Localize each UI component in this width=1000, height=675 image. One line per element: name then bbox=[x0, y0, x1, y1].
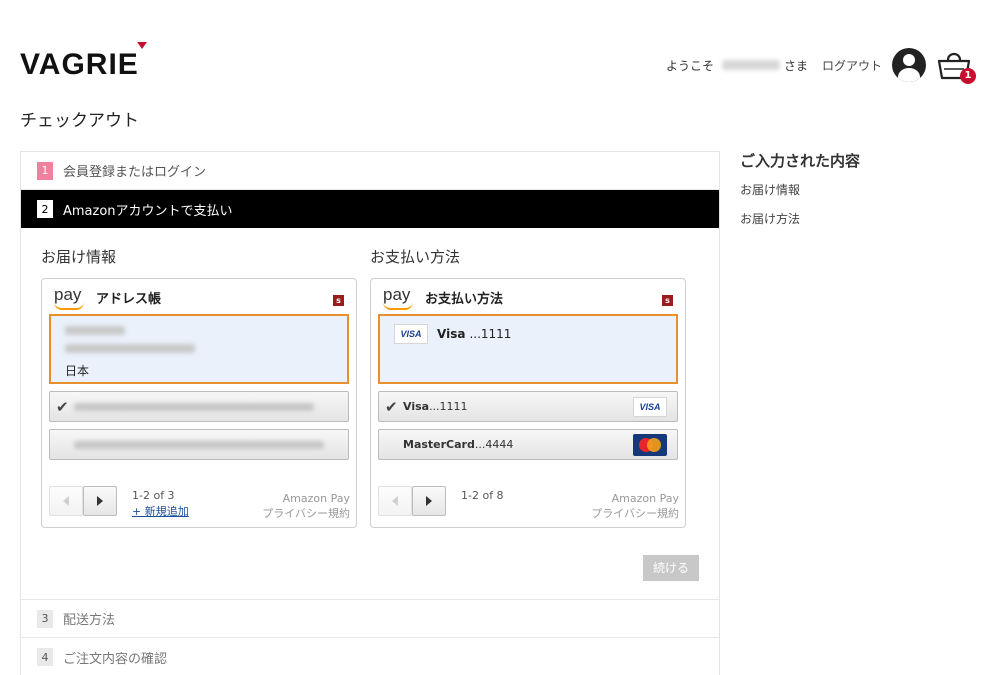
checkout-steps: 1 会員登録またはログイン 2 Amazonアカウントで支払い お届け情報 pa… bbox=[20, 151, 720, 675]
user-name-blurred bbox=[721, 60, 780, 70]
order-summary: ご入力された内容 お届け情報 お届け方法 bbox=[740, 150, 860, 239]
honorific-text: さま bbox=[783, 58, 808, 73]
step-shipping-method: 3 配送方法 bbox=[21, 600, 719, 638]
widget-header: pay お支払い方法 bbox=[383, 285, 503, 311]
address-name-blurred bbox=[65, 326, 125, 335]
visa-card-icon: VISA bbox=[394, 324, 428, 344]
pager-count: 1-2 of 8 bbox=[461, 489, 504, 502]
summary-item-delivery-info: お届け情報 bbox=[740, 183, 801, 197]
privacy-link[interactable]: プライバシー規約 bbox=[591, 506, 679, 521]
chevron-right-icon bbox=[97, 496, 103, 506]
header-user-area: ようこそ さま ログアウト 1 bbox=[665, 48, 976, 84]
amazon-pay-logo: pay bbox=[383, 285, 417, 311]
step-label: ご注文内容の確認 bbox=[63, 651, 168, 667]
payment-pager-info: 1-2 of 8 bbox=[461, 488, 504, 504]
selected-address[interactable]: 日本 bbox=[49, 314, 349, 384]
brand-name: Amazon Pay bbox=[611, 492, 679, 505]
prev-page-button[interactable] bbox=[378, 486, 412, 516]
welcome-text: ようこそ bbox=[665, 58, 714, 73]
checkmark-icon: ✔ bbox=[385, 397, 398, 416]
step-number: 1 bbox=[37, 161, 53, 180]
amazon-pay-note: Amazon Pay プライバシー規約 bbox=[591, 491, 679, 521]
card-digits: ...1111 bbox=[429, 400, 468, 413]
step-label: Amazonアカウントで支払い bbox=[63, 203, 233, 219]
step-label: 会員登録またはログイン bbox=[63, 165, 207, 180]
widget-header: pay アドレス帳 bbox=[54, 285, 161, 311]
logo-text: VAGRIE bbox=[20, 48, 139, 81]
address-line-blurred bbox=[65, 344, 195, 353]
step-login[interactable]: 1 会員登録またはログイン bbox=[21, 152, 719, 190]
address-option[interactable] bbox=[49, 429, 349, 460]
selected-payment[interactable]: VISA Visa ...1111 bbox=[378, 314, 678, 384]
step-order-confirm: 4 ご注文内容の確認 bbox=[21, 638, 719, 675]
payment-widget-title: お支払い方法 bbox=[425, 292, 504, 307]
pager-count: 1-2 of 3 bbox=[132, 489, 175, 502]
step-number: 2 bbox=[37, 200, 53, 218]
payment-option-visa[interactable]: ✔ Visa ...1111 VISA bbox=[378, 391, 678, 422]
address-pager bbox=[49, 486, 117, 516]
address-option-blurred bbox=[74, 440, 324, 449]
continue-button[interactable]: 続ける bbox=[643, 555, 699, 581]
summary-title: ご入力された内容 bbox=[740, 152, 861, 170]
account-avatar-icon[interactable] bbox=[892, 48, 926, 82]
cart-count-badge: 1 bbox=[960, 68, 976, 84]
delivery-info-title: お届け情報 bbox=[41, 248, 117, 266]
amazon-pay-panel: お届け情報 pay アドレス帳 s 日本 ✔ 1-2 of 3 + 新規追加 A… bbox=[21, 228, 719, 600]
amazon-pay-note: Amazon Pay プライバシー規約 bbox=[262, 491, 350, 521]
card-brand: Visa bbox=[403, 400, 430, 413]
payment-widget: pay お支払い方法 s VISA Visa ...1111 ✔ Visa ..… bbox=[370, 278, 686, 528]
card-digits: ...4444 bbox=[474, 438, 514, 451]
next-page-button[interactable] bbox=[83, 486, 117, 516]
secure-badge-icon: s bbox=[333, 295, 344, 306]
checkmark-icon: ✔ bbox=[56, 397, 69, 416]
chevron-right-icon bbox=[426, 496, 432, 506]
payment-pager bbox=[378, 486, 446, 516]
address-country: 日本 bbox=[65, 364, 90, 378]
address-book-title: アドレス帳 bbox=[96, 292, 162, 307]
step-amazon-pay: 2 Amazonアカウントで支払い bbox=[21, 190, 719, 228]
amazon-pay-logo: pay bbox=[54, 285, 88, 311]
next-page-button[interactable] bbox=[412, 486, 446, 516]
privacy-link[interactable]: プライバシー規約 bbox=[262, 506, 350, 521]
payment-option-mastercard[interactable]: MasterCard ...4444 bbox=[378, 429, 678, 460]
cart-button[interactable]: 1 bbox=[936, 48, 976, 84]
address-option-blurred bbox=[74, 402, 314, 411]
step-number: 3 bbox=[37, 609, 53, 628]
summary-item-delivery-method: お届け方法 bbox=[740, 212, 801, 226]
selected-card-brand: Visa bbox=[437, 327, 466, 341]
mastercard-card-icon bbox=[633, 434, 667, 456]
brand-name: Amazon Pay bbox=[282, 492, 350, 505]
selected-card-digits: ...1111 bbox=[469, 327, 512, 341]
site-logo[interactable]: VAGRIE bbox=[20, 42, 147, 82]
address-option[interactable]: ✔ bbox=[49, 391, 349, 422]
chevron-left-icon bbox=[392, 496, 398, 506]
address-pager-info: 1-2 of 3 + 新規追加 bbox=[132, 488, 189, 520]
card-brand: MasterCard bbox=[403, 438, 475, 451]
secure-badge-icon: s bbox=[662, 295, 673, 306]
step-number: 4 bbox=[37, 648, 53, 666]
payment-method-title: お支払い方法 bbox=[370, 248, 461, 266]
chevron-left-icon bbox=[63, 496, 69, 506]
logo-accent-mark bbox=[137, 42, 147, 49]
logout-link[interactable]: ログアウト bbox=[822, 57, 882, 74]
step-label: 配送方法 bbox=[63, 613, 116, 628]
page-title: チェックアウト bbox=[20, 111, 139, 131]
address-book-widget: pay アドレス帳 s 日本 ✔ 1-2 of 3 + 新規追加 Amazon … bbox=[41, 278, 357, 528]
add-address-link[interactable]: + 新規追加 bbox=[132, 504, 189, 520]
visa-card-icon: VISA bbox=[633, 397, 667, 417]
prev-page-button[interactable] bbox=[49, 486, 83, 516]
